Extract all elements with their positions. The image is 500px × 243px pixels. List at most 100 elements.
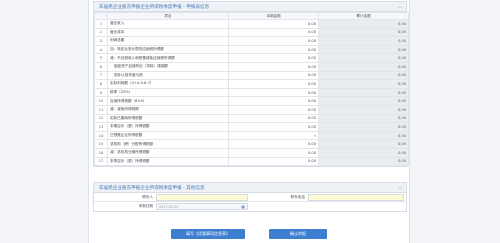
table-row: 8 实际利润额（3+4-5-6-7） 0.00 0.00	[94, 79, 409, 89]
date-input[interactable]: 2017-01-01 ▦	[156, 203, 248, 210]
current-amount-cell[interactable]: 0.00	[228, 19, 319, 29]
calendar-icon[interactable]: ▦	[241, 204, 245, 209]
table-row: 1 营业收入 0.00 0.00	[94, 19, 409, 29]
date-value: 2017-01-01	[159, 204, 179, 209]
table-row: 11 减：减免所得税额 0.00 0.00	[94, 104, 409, 115]
row-item-label: 减：总机构分摊所得税额	[107, 147, 229, 158]
table-header-row: 项目 本期金额 累计金额	[94, 12, 409, 20]
cumulative-amount-cell: 0.00	[318, 44, 409, 55]
declaration-panel-title: 非居民企业股东申报企业所得税季度申报 - 申报表信息	[99, 4, 210, 10]
row-seq: 2	[94, 27, 108, 38]
confirm-declaration-button[interactable]: 确认申报	[269, 229, 327, 239]
row-item-label: 总机构（跨）分配所得税额	[107, 139, 229, 149]
contact-phone-input[interactable]	[308, 193, 404, 201]
current-amount-cell[interactable]: 0.00	[228, 113, 319, 124]
cumulative-amount-cell: 0.00	[318, 113, 409, 124]
row-item-label: 弥补以前年度亏损	[107, 70, 229, 81]
fill-preferential-button[interactable]: 填写《优惠事项信息表》	[171, 229, 245, 239]
current-amount-cell[interactable]: 0.00	[228, 70, 319, 81]
row-item-label: 固定资产加速折旧（扣除）调减额	[107, 61, 229, 72]
chevron-up-icon[interactable]: ︿	[397, 185, 403, 191]
contact-phone-label: 联系电话	[290, 194, 305, 199]
col-header-current: 本期金额	[228, 12, 319, 20]
table-row: 9 税率（25%） 0.00 0.00	[94, 87, 409, 98]
row-item-label: 已预缴企业所得税额	[107, 130, 229, 141]
contact-name-input[interactable]	[156, 193, 248, 201]
cumulative-amount-cell: 0.00	[318, 104, 409, 115]
cumulative-amount-cell: 0.00	[318, 147, 409, 158]
current-amount-cell[interactable]: 0.00	[228, 96, 319, 106]
row-seq: 14	[94, 130, 108, 141]
main-content: 非居民企业股东申报企业所得税季度申报 - 申报表信息 ︿ 项目 本期金额 累计金…	[88, 0, 410, 243]
row-seq: 16	[94, 147, 108, 158]
row-seq: 15	[94, 139, 108, 149]
current-amount-cell[interactable]: 0.00	[228, 44, 319, 55]
date-row: 申报日期 2017-01-01 ▦	[94, 202, 406, 211]
row-item-label: 实际已缴纳所得税额	[107, 113, 229, 124]
declaration-panel: 非居民企业股东申报企业所得税季度申报 - 申报表信息 ︿ 项目 本期金额 累计金…	[93, 1, 409, 168]
other-info-panel-header: 非居民企业股东申报企业所得税季度申报 - 其他信息 ︿	[94, 183, 406, 193]
current-amount-cell[interactable]: 0.00	[228, 53, 319, 63]
row-item-label: 加：特定业务计算的应纳税所得额	[107, 44, 229, 55]
chevron-up-icon[interactable]: ︿	[397, 4, 403, 10]
cumulative-amount-cell: 0.00	[318, 156, 409, 167]
current-amount-cell[interactable]: 0.00	[228, 36, 319, 46]
cumulative-amount-cell: 0.00	[318, 19, 409, 29]
cumulative-amount-cell: 0.00	[318, 96, 409, 106]
table-row: 10 应纳所得税额（8×9） 0.00 0.00	[94, 96, 409, 106]
table-row: 4 加：特定业务计算的应纳税所得额 0.00 0.00	[94, 44, 409, 55]
cumulative-amount-cell: 0.00	[318, 122, 409, 132]
current-amount-cell[interactable]: 0.00	[228, 61, 319, 72]
row-seq: 9	[94, 87, 108, 98]
cumulative-amount-cell: 0.00	[318, 87, 409, 98]
row-seq: 17	[94, 156, 108, 167]
row-seq: 6	[94, 61, 108, 72]
row-item-label: 本季应补（退）所得税额	[107, 156, 229, 167]
chevron-down-icon: ▾	[314, 133, 316, 138]
row-seq: 7	[94, 70, 108, 81]
contact-row: 联系人 联系电话	[94, 193, 406, 202]
table-row: 16 减：总机构分摊所得税额 0.00 0.00	[94, 147, 409, 158]
table-row: 15 总机构（跨）分配所得税额 0.00 0.00	[94, 139, 409, 149]
row-seq: 4	[94, 44, 108, 55]
row-seq: 1	[94, 19, 108, 29]
col-header-seq	[94, 12, 108, 20]
current-amount-cell[interactable]: 0.00	[228, 79, 319, 89]
row-item-label: 应纳所得税额（8×9）	[107, 96, 229, 106]
row-seq: 8	[94, 79, 108, 89]
cumulative-amount-cell: 0.00	[318, 61, 409, 72]
cumulative-amount-cell: 0.00	[318, 139, 409, 149]
row-seq: 5	[94, 53, 108, 63]
cumulative-amount-cell: 0.00	[318, 130, 409, 141]
table-row: 7 弥补以前年度亏损 0.00 0.00	[94, 70, 409, 81]
row-seq: 11	[94, 104, 108, 115]
table-row: 2 营业成本 0.00 0.00	[94, 27, 409, 38]
current-amount-select[interactable]: ▾	[228, 130, 319, 141]
date-label: 申报日期	[138, 204, 153, 208]
current-amount-cell[interactable]: 0.00	[228, 104, 319, 115]
current-amount-cell[interactable]: 0.00	[228, 156, 319, 167]
table-row: 6 固定资产加速折旧（扣除）调减额 0.00 0.00	[94, 61, 409, 72]
current-amount-cell[interactable]: 0.00	[228, 147, 319, 158]
current-amount-cell[interactable]: 0.00	[228, 122, 319, 132]
cumulative-amount-cell: 0.00	[318, 53, 409, 63]
current-amount-cell[interactable]: 0.00	[228, 87, 319, 98]
current-amount-cell[interactable]: 0.00	[228, 27, 319, 38]
row-item-label: 本期应补（退）所得税额	[107, 122, 229, 132]
table-row: 14 已预缴企业所得税额 ▾ 0.00	[94, 130, 409, 141]
table-row: 12 实际已缴纳所得税额 0.00 0.00	[94, 113, 409, 124]
table-row: 5 减：不征税收入和税基减免应纳税所得额 0.00 0.00	[94, 53, 409, 63]
col-header-cumulative: 累计金额	[318, 12, 409, 20]
table-row: 13 本期应补（退）所得税额 0.00 0.00	[94, 122, 409, 132]
row-item-label: 减：减免所得税额	[107, 104, 229, 115]
row-item-label: 减：不征税收入和税基减免应纳税所得额	[107, 53, 229, 63]
other-info-panel: 非居民企业股东申报企业所得税季度申报 - 其他信息 ︿ 联系人 联系电话 申报日…	[93, 182, 407, 212]
row-seq: 10	[94, 96, 108, 106]
cumulative-amount-cell: 0.00	[318, 70, 409, 81]
other-info-panel-title: 非居民企业股东申报企业所得税季度申报 - 其他信息	[99, 185, 205, 191]
row-item-label: 营业收入	[107, 19, 229, 29]
current-amount-cell[interactable]: 0.00	[228, 139, 319, 149]
table-row: 17 本季应补（退）所得税额 0.00 0.00	[94, 156, 409, 167]
row-item-label: 营业成本	[107, 27, 229, 38]
row-seq: 3	[94, 36, 108, 46]
